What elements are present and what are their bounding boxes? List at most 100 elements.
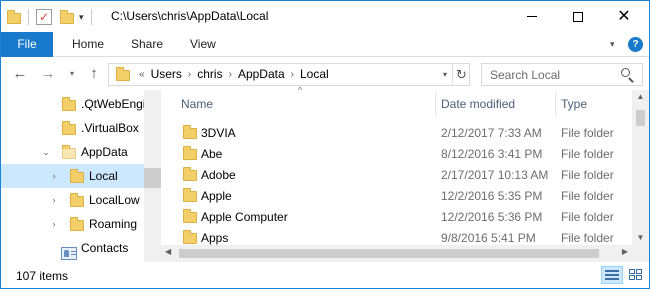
file-type: File folder	[561, 167, 614, 182]
folder-icon	[7, 10, 21, 24]
breadcrumb-item-appdata[interactable]: AppData	[238, 64, 285, 85]
scrollbar-thumb[interactable]	[636, 110, 645, 126]
file-type: File folder	[561, 146, 614, 161]
folder-icon	[70, 217, 84, 231]
breadcrumb-item-chris[interactable]: chris	[197, 64, 222, 85]
scroll-right-icon[interactable]: ▶	[622, 247, 628, 256]
tab-view[interactable]: View	[190, 32, 216, 57]
properties-icon[interactable]: ✓	[36, 9, 52, 25]
folder-icon	[62, 121, 76, 135]
tab-share[interactable]: Share	[131, 32, 163, 57]
file-row[interactable]: Adobe 2/17/2017 10:13 AM File folder	[161, 164, 631, 185]
help-icon[interactable]: ?	[628, 37, 643, 52]
minimize-icon	[527, 16, 537, 17]
vertical-scrollbar[interactable]: ▲ ▼	[632, 90, 649, 245]
maximize-button[interactable]	[555, 1, 601, 32]
file-date-modified: 12/2/2016 5:35 PM	[441, 188, 543, 203]
tree-item-roaming[interactable]: › Roaming	[1, 212, 144, 236]
tree-item-appdata[interactable]: ⌄ AppData	[1, 140, 144, 164]
scrollbar-thumb[interactable]	[144, 168, 161, 188]
minimize-button[interactable]	[509, 1, 555, 32]
chevron-down-icon[interactable]: ⌄	[41, 147, 51, 158]
navigation-pane-scrollbar[interactable]	[144, 90, 161, 262]
file-name: 3DVIA	[201, 125, 236, 140]
column-divider[interactable]	[555, 92, 556, 116]
close-button[interactable]: ✕	[601, 1, 647, 32]
window-title: C:\Users\chris\AppData\Local	[111, 9, 269, 23]
contacts-icon	[61, 246, 77, 260]
divider	[28, 9, 29, 25]
file-row[interactable]: Abe 8/12/2016 3:41 PM File folder	[161, 143, 631, 164]
tree-item-local[interactable]: › Local	[1, 164, 144, 188]
tree-item-contacts[interactable]: Contacts	[1, 236, 144, 260]
details-view-icon	[605, 269, 619, 281]
tree-item-qtwebengine[interactable]: .QtWebEngi	[1, 92, 144, 116]
chevron-right-icon[interactable]: ›	[49, 219, 59, 229]
back-arrow-icon[interactable]: ←	[11, 64, 29, 84]
forward-arrow-icon[interactable]: →	[39, 64, 57, 84]
tree-item-locallow[interactable]: › LocalLow	[1, 188, 144, 212]
file-row[interactable]: 3DVIA 2/12/2017 7:33 AM File folder	[161, 122, 631, 143]
chevron-right-icon[interactable]: ›	[291, 64, 294, 85]
folder-icon	[183, 188, 197, 202]
large-icons-view-button[interactable]	[625, 266, 647, 284]
ribbon-tabs: File Home Share View ▾ ?	[1, 32, 649, 57]
navigation-bar: ← → ▾ ↑ « Users › chris › AppData › Loca…	[1, 58, 649, 90]
folder-icon	[183, 167, 197, 181]
file-name: Abe	[201, 146, 223, 161]
file-type: File folder	[561, 209, 614, 224]
file-name: Apple	[201, 188, 232, 203]
tree-item-label: LocalLow	[89, 193, 140, 207]
scrollbar-corner	[632, 245, 649, 262]
folder-icon	[183, 230, 197, 244]
scroll-left-icon[interactable]: ◀	[165, 247, 171, 256]
folder-icon	[183, 125, 197, 139]
navigation-pane: .QtWebEngi .VirtualBox ⌄ AppData › Local…	[1, 90, 161, 262]
status-bar: 107 items	[1, 262, 649, 288]
file-date-modified: 2/12/2017 7:33 AM	[441, 125, 542, 140]
large-icons-view-icon	[629, 269, 643, 281]
chevron-right-icon[interactable]: ›	[49, 171, 59, 181]
tab-file[interactable]: File	[1, 32, 53, 57]
refresh-icon[interactable]: ↻	[452, 64, 470, 85]
chevron-right-icon[interactable]: ›	[49, 195, 59, 205]
folder-icon	[62, 145, 76, 159]
scroll-down-icon[interactable]: ▼	[632, 233, 649, 242]
recent-locations-icon[interactable]: ▾	[67, 64, 77, 84]
horizontal-scrollbar[interactable]: ◀ ▶	[161, 245, 632, 262]
file-explorer-window: ✓ ▾ C:\Users\chris\AppData\Local ✕ File …	[0, 0, 650, 289]
search-icon[interactable]	[620, 67, 636, 83]
new-folder-icon[interactable]	[60, 10, 74, 24]
chevron-right-icon[interactable]: ›	[229, 64, 232, 85]
file-type: File folder	[561, 230, 614, 245]
file-name: Apple Computer	[201, 209, 288, 224]
column-header-name[interactable]: Name	[181, 90, 213, 118]
customize-toolbar-icon[interactable]: ▾	[79, 12, 84, 23]
column-header-type[interactable]: Type	[561, 90, 587, 118]
breadcrumb-overflow[interactable]: «	[139, 64, 145, 85]
expand-ribbon-icon[interactable]: ▾	[610, 39, 615, 50]
tree-item-label: Roaming	[89, 217, 138, 231]
column-header-date-modified[interactable]: Date modified	[441, 90, 515, 118]
folder-icon	[70, 169, 84, 183]
file-row[interactable]: Apple Computer 12/2/2016 5:36 PM File fo…	[161, 206, 631, 227]
file-row[interactable]: Apple 12/2/2016 5:35 PM File folder	[161, 185, 631, 206]
tree-item-label: AppData	[81, 145, 128, 159]
tree-item-virtualbox[interactable]: .VirtualBox	[1, 116, 144, 140]
address-history-dropdown-icon[interactable]: ▾	[439, 64, 451, 85]
folder-icon	[62, 97, 76, 111]
column-divider[interactable]	[435, 92, 436, 116]
tree-item-label: .QtWebEngi	[81, 97, 144, 111]
file-date-modified: 9/8/2016 5:41 PM	[441, 230, 536, 245]
breadcrumb-item-local[interactable]: Local	[300, 64, 329, 85]
scrollbar-thumb[interactable]	[179, 249, 599, 258]
file-date-modified: 8/12/2016 3:41 PM	[441, 146, 543, 161]
breadcrumb-item-users[interactable]: Users	[151, 64, 182, 85]
tab-home[interactable]: Home	[72, 32, 104, 57]
address-bar[interactable]: « Users › chris › AppData › Local ▾ ↻	[108, 63, 470, 86]
chevron-right-icon[interactable]: ›	[188, 64, 191, 85]
up-arrow-icon[interactable]: ↑	[85, 64, 103, 84]
details-view-button[interactable]	[601, 266, 623, 284]
search-input[interactable]: Search Local	[481, 63, 643, 86]
scroll-up-icon[interactable]: ▲	[632, 92, 649, 101]
